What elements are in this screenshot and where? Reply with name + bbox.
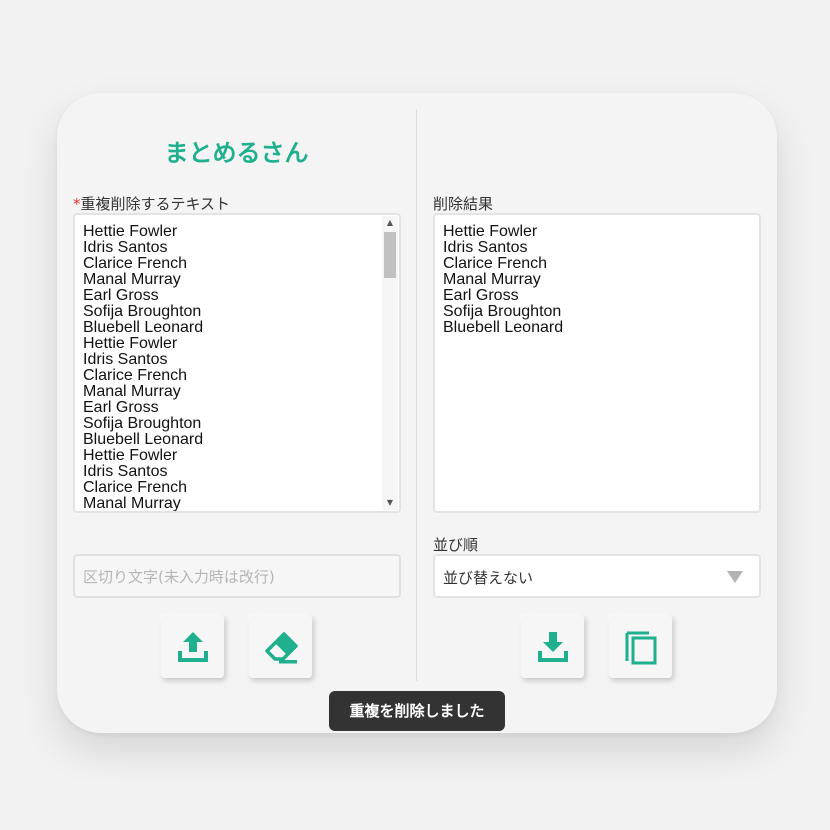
upload-button[interactable] <box>161 615 224 678</box>
text-line: Idris Santos <box>83 239 168 256</box>
result-lines: Hettie Fowler Idris Santos Clarice French M… <box>443 224 563 336</box>
text-line: Sofija Broughton <box>443 303 562 320</box>
download-button[interactable] <box>521 615 584 678</box>
sort-select[interactable]: 並び替えない <box>433 554 761 598</box>
main-card: まとめるさん *重複削除するテキスト Hettie Fowler Idris Sa… <box>57 93 777 733</box>
text-line: Earl Gross <box>83 287 159 304</box>
delimiter-input[interactable]: 区切り文字(未入力時は改行) <box>73 554 401 598</box>
toast-notification: 重複を削除しました <box>329 691 505 731</box>
text-line: Hettie Fowler <box>83 223 178 240</box>
result-label: 削除結果 <box>433 195 494 213</box>
text-line: Manal Murray <box>443 271 541 288</box>
input-textarea[interactable]: Hettie Fowler Idris Santos Clarice French M… <box>73 213 401 513</box>
scroll-up-icon[interactable]: ▲ <box>382 216 398 230</box>
text-line: Clarice French <box>83 479 188 496</box>
text-line: Hettie Fowler <box>83 335 178 352</box>
clear-button[interactable] <box>249 615 312 678</box>
result-textarea[interactable]: Hettie Fowler Idris Santos Clarice French M… <box>433 213 761 513</box>
upload-icon <box>177 631 208 662</box>
text-line: Bluebell Leonard <box>83 431 204 448</box>
eraser-icon <box>264 631 298 663</box>
scroll-thumb[interactable] <box>384 232 396 278</box>
delimiter-placeholder: 区切り文字(未入力時は改行) <box>83 568 275 586</box>
text-line: Clarice French <box>83 367 188 384</box>
sort-value: 並び替えない <box>443 569 534 587</box>
download-icon <box>537 631 568 662</box>
text-line: Idris Santos <box>443 239 528 256</box>
text-line: Idris Santos <box>83 463 168 480</box>
text-line: Hettie Fowler <box>83 447 178 464</box>
app-title: まとめるさん <box>164 139 309 167</box>
text-line: Clarice French <box>443 255 548 272</box>
text-line: Sofija Broughton <box>83 303 202 320</box>
text-line: Earl Gross <box>443 287 519 304</box>
input-lines: Hettie Fowler Idris Santos Clarice French M… <box>83 224 203 512</box>
sort-label: 並び順 <box>433 536 479 554</box>
input-scrollbar[interactable]: ▲ ▼ <box>382 216 398 510</box>
text-line: Bluebell Leonard <box>443 319 564 336</box>
input-label: *重複削除するテキスト <box>73 193 230 214</box>
text-line: Manal Murray <box>83 271 181 288</box>
text-line: Idris Santos <box>83 351 168 368</box>
text-line: Clarice French <box>83 255 188 272</box>
copy-icon <box>625 631 656 664</box>
text-line: Manal Murray <box>83 383 181 400</box>
text-line: Hettie Fowler <box>443 223 538 240</box>
text-line: Manal Murray <box>83 495 181 512</box>
chevron-down-icon <box>727 571 743 583</box>
text-line: Sofija Broughton <box>83 415 202 432</box>
panel-divider <box>416 109 417 681</box>
input-label-text: 重複削除するテキスト <box>80 195 231 213</box>
text-line: Earl Gross <box>83 399 159 416</box>
required-mark: * <box>73 195 81 213</box>
copy-button[interactable] <box>609 615 672 678</box>
scroll-down-icon[interactable]: ▼ <box>382 496 398 510</box>
text-line: Bluebell Leonard <box>83 319 204 336</box>
